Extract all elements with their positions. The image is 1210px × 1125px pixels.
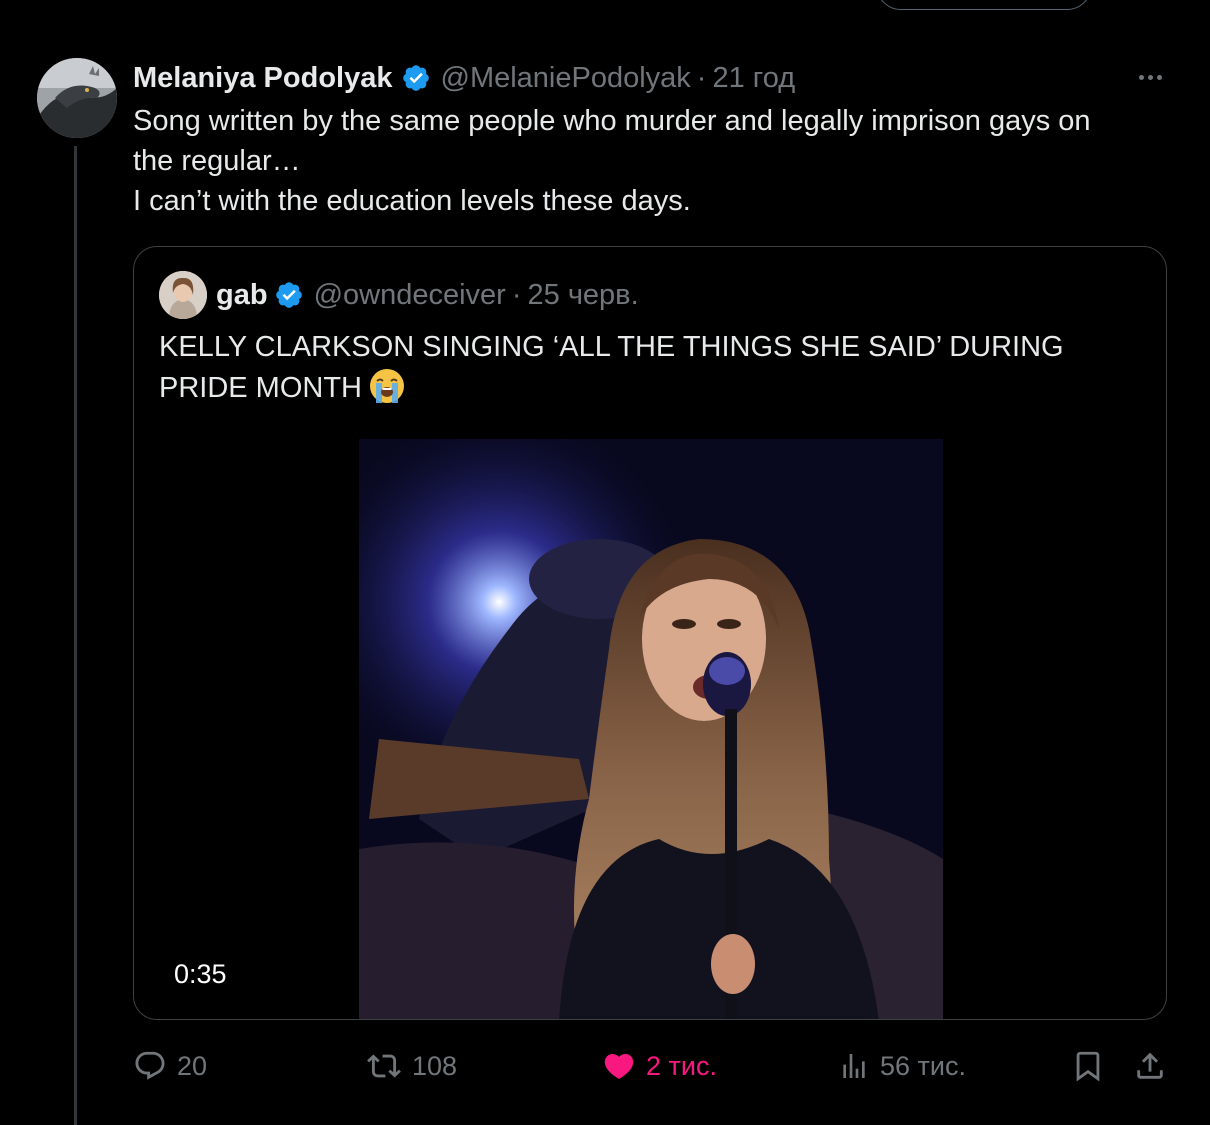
repost-icon [366, 1049, 402, 1083]
tweet-time[interactable]: 21 год [712, 62, 795, 95]
share-button[interactable] [1133, 1046, 1167, 1086]
avatar[interactable] [37, 58, 117, 138]
heart-icon [602, 1049, 636, 1083]
quote-header: gab @owndeceiver · 25 черв. [216, 275, 639, 315]
like-count: 2 тис. [646, 1050, 717, 1081]
tweet-text: Song written by the same people who murd… [133, 101, 1173, 221]
views-count: 56 тис. [880, 1050, 966, 1081]
quote-text-line: PRIDE MONTH [159, 367, 1139, 408]
reply-icon [133, 1049, 167, 1083]
quote-author-name[interactable]: gab [216, 279, 268, 312]
video-duration: 0:35 [174, 959, 227, 989]
thread-line [74, 146, 77, 1125]
loudly-crying-face-emoji [368, 367, 406, 405]
author-name[interactable]: Melaniya Podolyak [133, 62, 393, 95]
quote-time[interactable]: 25 черв. [528, 279, 639, 312]
like-button[interactable]: 2 тис. [602, 1046, 717, 1086]
repost-count: 108 [412, 1050, 458, 1081]
quoted-tweet-card[interactable]: gab @owndeceiver · 25 черв. KELLY CLARKS… [133, 246, 1167, 1020]
quote-text-line: KELLY CLARKSON SINGING ‘ALL THE THINGS S… [159, 331, 1064, 363]
tweet-text-line: the regular… [133, 145, 301, 177]
quote-avatar[interactable] [159, 271, 207, 319]
header-separator: · [696, 61, 707, 94]
more-icon[interactable] [1130, 62, 1170, 92]
verified-badge-icon [401, 63, 431, 93]
repost-button[interactable]: 108 [366, 1046, 457, 1086]
views-icon [838, 1049, 870, 1083]
author-handle[interactable]: @MelaniePodolyak [441, 62, 691, 95]
reply-count: 20 [177, 1050, 208, 1081]
tweet-header: Melaniya Podolyak @MelaniePodolyak · 21 … [133, 58, 795, 98]
quote-header-separator: · [511, 278, 522, 311]
tweet-text-line: Song written by the same people who murd… [133, 105, 1091, 137]
top-pill-button[interactable] [876, 0, 1092, 10]
bookmark-button[interactable] [1071, 1046, 1105, 1086]
quote-text-line-content: PRIDE MONTH [159, 372, 362, 404]
verified-badge-icon [274, 280, 304, 310]
tweet-text-line: I can’t with the education levels these … [133, 185, 691, 217]
views-button[interactable]: 56 тис. [838, 1046, 966, 1086]
bookmark-icon [1071, 1049, 1105, 1083]
quote-author-handle[interactable]: @owndeceiver [314, 279, 506, 312]
share-icon [1133, 1049, 1167, 1083]
quote-text: KELLY CLARKSON SINGING ‘ALL THE THINGS S… [159, 327, 1139, 408]
video-player[interactable] [359, 439, 943, 1019]
reply-button[interactable]: 20 [133, 1046, 207, 1086]
